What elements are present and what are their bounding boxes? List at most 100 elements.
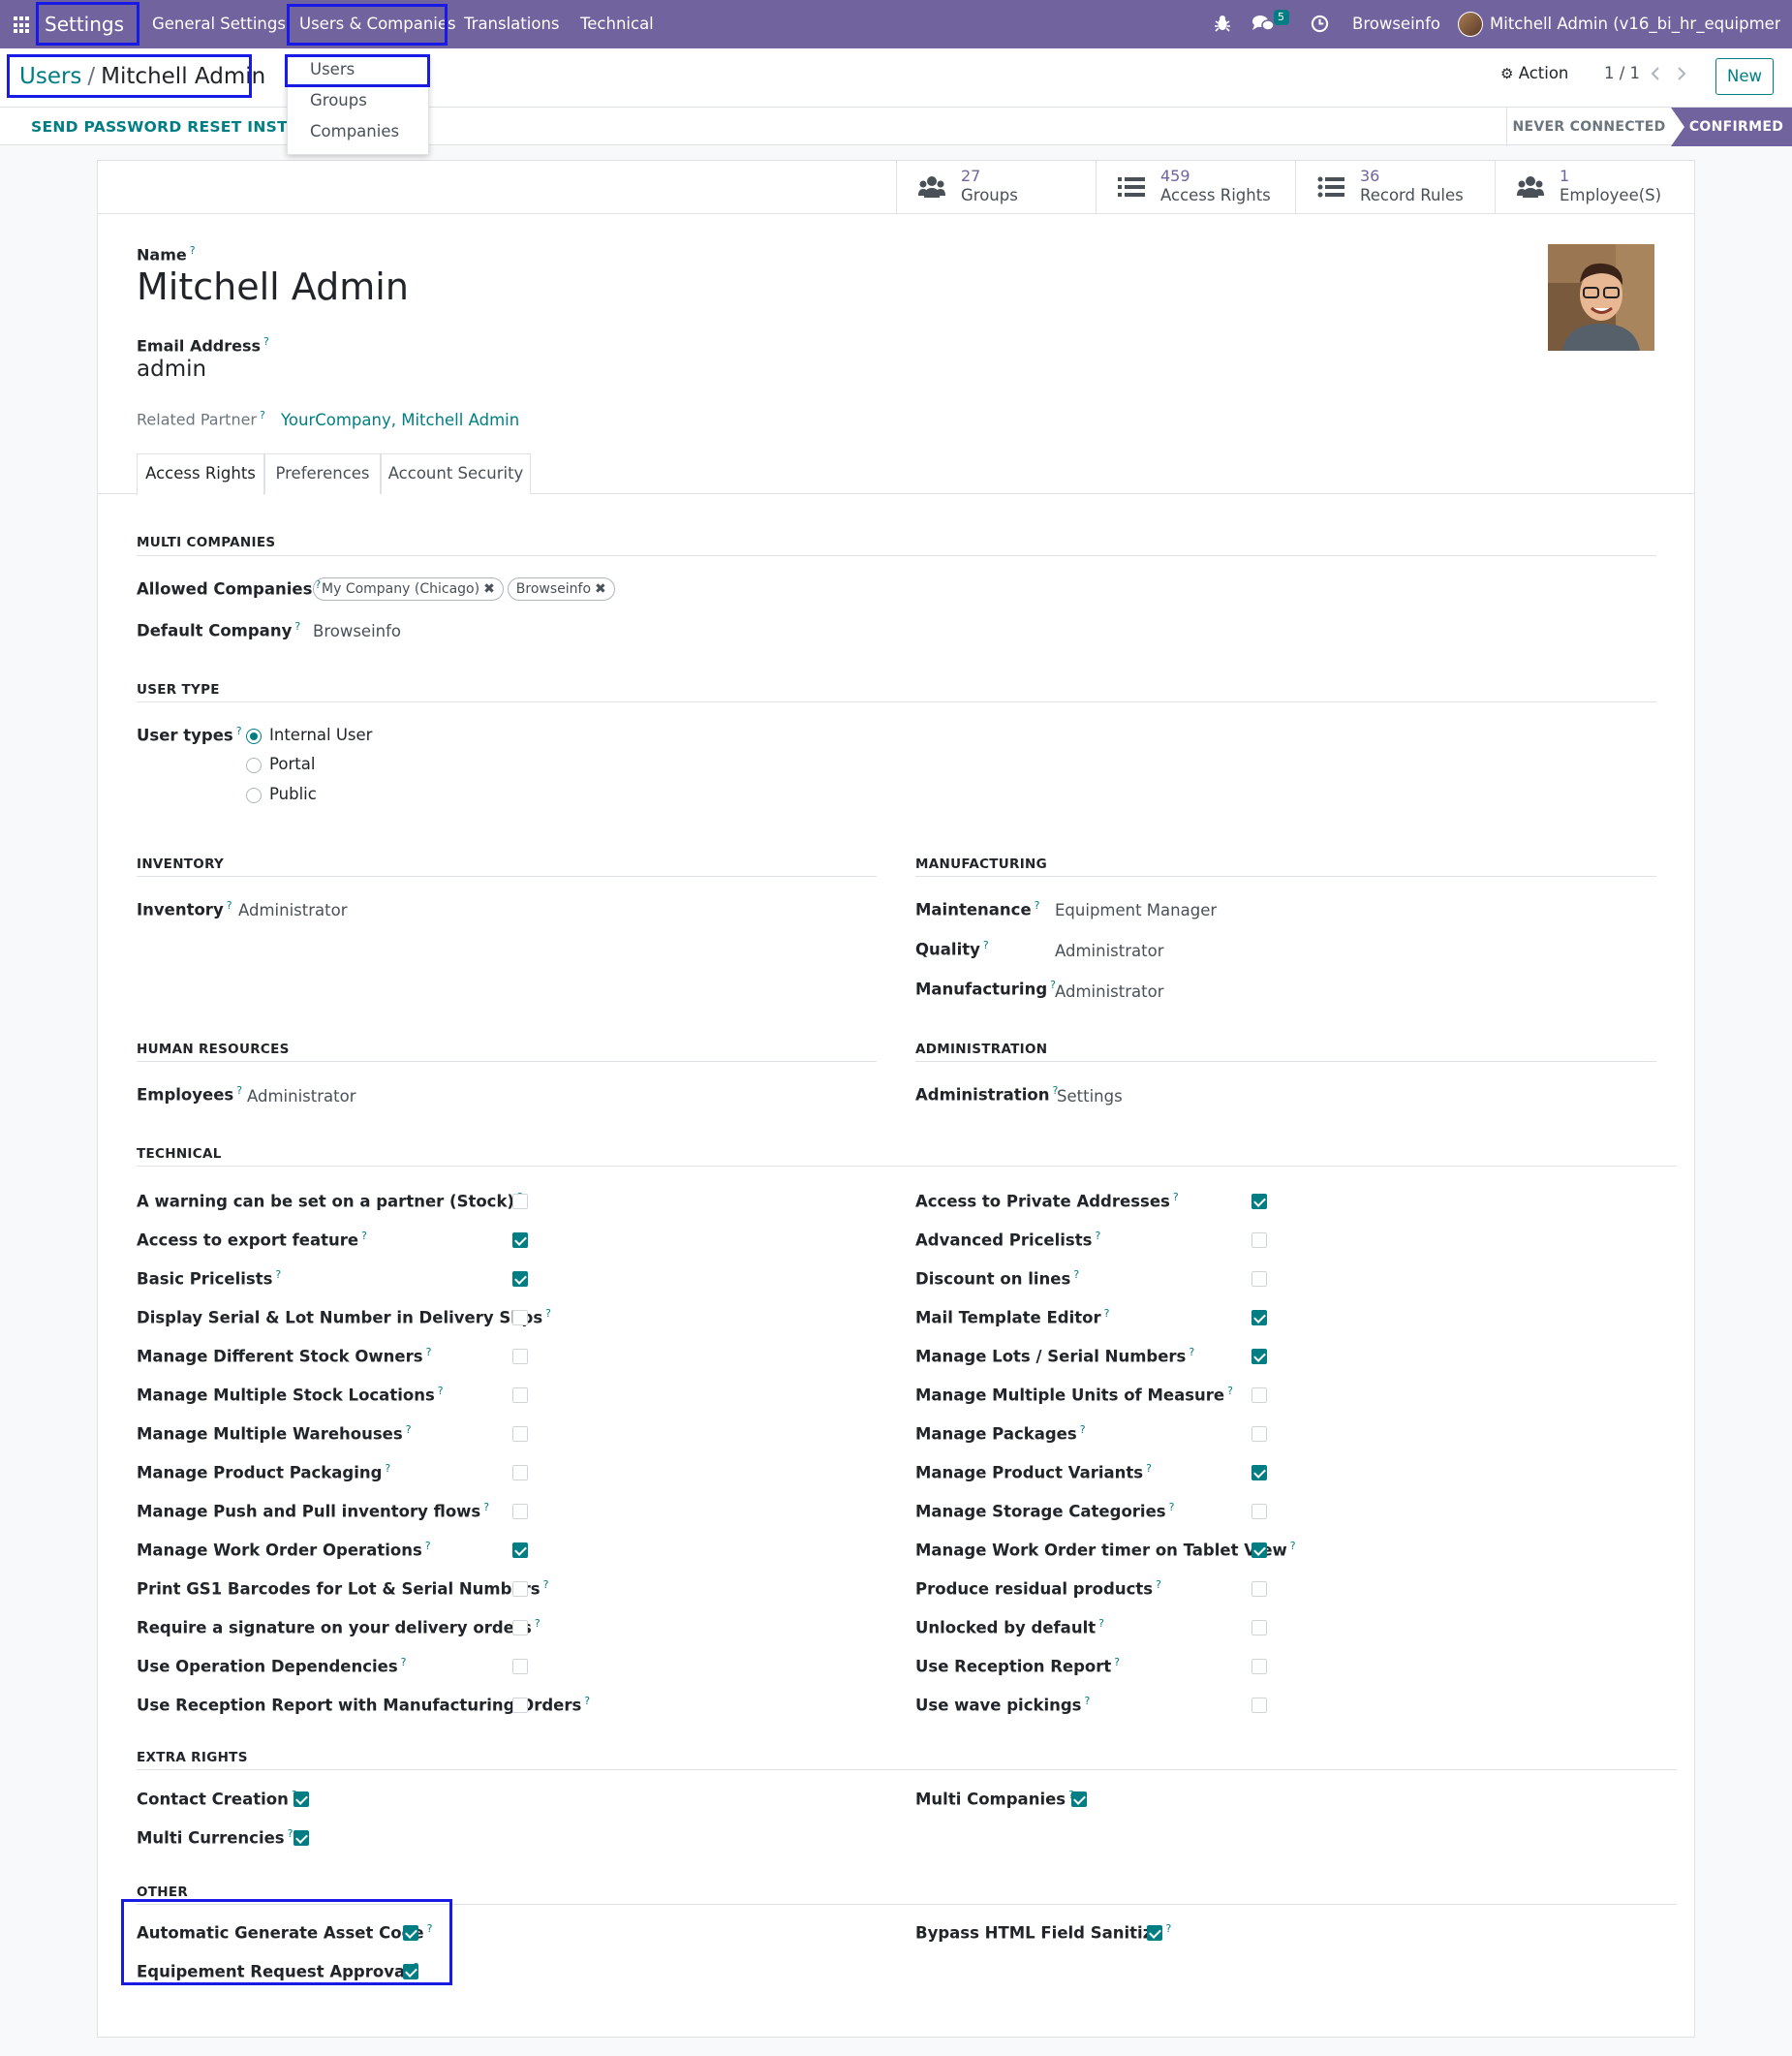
employees-smart-button[interactable]: 1 Employee(S) (1495, 161, 1694, 214)
technical-right-checkbox[interactable] (512, 1426, 528, 1442)
user-menu[interactable]: Mitchell Admin (v16_bi_hr_equipment... (1490, 0, 1780, 48)
radio-internal-user[interactable] (246, 729, 262, 744)
user-name-field[interactable]: Mitchell Admin (137, 265, 409, 308)
remove-tag-icon[interactable]: ✖ (595, 581, 606, 597)
email-field[interactable]: admin (137, 357, 206, 382)
contact-creation-checkbox[interactable] (294, 1791, 309, 1807)
help-tooltip-icon[interactable]: ? (1189, 1346, 1194, 1358)
help-tooltip-icon[interactable]: ? (483, 1501, 489, 1513)
dropdown-item-groups[interactable]: Groups (310, 91, 367, 109)
technical-right-checkbox[interactable] (1251, 1659, 1267, 1674)
apps-menu-icon[interactable] (14, 16, 31, 34)
help-tooltip-icon[interactable]: ? (275, 1268, 281, 1281)
technical-right-checkbox[interactable] (1251, 1349, 1267, 1364)
technical-right-checkbox[interactable] (512, 1659, 528, 1674)
manufacturing-field[interactable]: Administrator (1055, 982, 1163, 1001)
menu-general-settings[interactable]: General Settings (152, 0, 286, 48)
help-tooltip-icon[interactable]: ? (1114, 1656, 1120, 1668)
radio-portal[interactable] (246, 758, 262, 773)
breadcrumb-users-link[interactable]: Users (19, 64, 81, 89)
activity-clock-icon[interactable] (1311, 15, 1329, 33)
help-tooltip-icon[interactable]: ? (426, 1346, 432, 1358)
radio-label-public[interactable]: Public (269, 785, 317, 803)
company-tag[interactable]: My Company (Chicago) ✖ (313, 577, 504, 601)
help-tooltip-icon[interactable]: ? (1098, 1617, 1104, 1630)
groups-smart-button[interactable]: 27 Groups (896, 161, 1096, 214)
help-tooltip-icon[interactable]: ? (535, 1617, 541, 1630)
technical-right-checkbox[interactable] (1251, 1698, 1267, 1713)
technical-right-checkbox[interactable] (1251, 1504, 1267, 1519)
inventory-field[interactable]: Administrator (238, 901, 347, 919)
help-tooltip-icon[interactable]: ? (425, 1540, 431, 1552)
pager-value[interactable]: 1 / 1 (1604, 64, 1640, 82)
remove-tag-icon[interactable]: ✖ (483, 581, 495, 597)
quality-field[interactable]: Administrator (1055, 942, 1163, 960)
help-tooltip-icon[interactable]: ? (361, 1230, 367, 1242)
help-tooltip-icon[interactable]: ? (1080, 1423, 1086, 1436)
radio-label-portal[interactable]: Portal (269, 755, 315, 773)
user-avatar[interactable] (1458, 12, 1483, 37)
technical-right-checkbox[interactable] (512, 1349, 528, 1364)
technical-right-checkbox[interactable] (1251, 1387, 1267, 1403)
help-tooltip-icon[interactable]: ? (438, 1385, 444, 1397)
help-tooltip-icon[interactable]: ? (1227, 1385, 1233, 1397)
user-avatar-photo[interactable] (1548, 244, 1654, 351)
technical-right-checkbox[interactable] (512, 1581, 528, 1597)
technical-right-checkbox[interactable] (512, 1232, 528, 1248)
bypass-html-sanitize-checkbox[interactable] (1147, 1925, 1162, 1941)
help-tooltip-icon[interactable]: ? (1104, 1307, 1110, 1320)
radio-public[interactable] (246, 788, 262, 803)
employees-field[interactable]: Administrator (247, 1087, 355, 1106)
chevron-left-icon[interactable] (1651, 67, 1660, 80)
help-tooltip-icon[interactable]: ? (385, 1462, 390, 1475)
allowed-companies-tags[interactable]: My Company (Chicago) ✖ Browseinfo ✖ (313, 577, 619, 601)
equipment-approval-checkbox[interactable] (403, 1964, 418, 1979)
technical-right-checkbox[interactable] (512, 1620, 528, 1635)
action-menu[interactable]: ⚙ Action (1500, 64, 1568, 82)
maintenance-field[interactable]: Equipment Manager (1055, 901, 1217, 919)
help-tooltip-icon[interactable]: ? (406, 1423, 412, 1436)
menu-users-companies[interactable]: Users & Companies (299, 0, 456, 48)
technical-right-checkbox[interactable] (1251, 1581, 1267, 1597)
help-tooltip-icon[interactable]: ? (1095, 1230, 1100, 1242)
messages-icon[interactable] (1251, 14, 1275, 35)
related-partner-link[interactable]: YourCompany, Mitchell Admin (281, 411, 519, 429)
dropdown-item-users[interactable]: Users (310, 60, 355, 78)
help-tooltip-icon[interactable]: ? (1173, 1191, 1179, 1203)
help-tooltip-icon[interactable]: ? (545, 1307, 551, 1320)
multi-currencies-checkbox[interactable] (294, 1830, 309, 1846)
record-rules-smart-button[interactable]: 36 Record Rules (1295, 161, 1495, 214)
help-tooltip-icon[interactable]: ? (1146, 1462, 1152, 1475)
help-tooltip-icon[interactable]: ? (543, 1578, 549, 1591)
help-tooltip-icon[interactable]: ? (1073, 1268, 1079, 1281)
technical-right-checkbox[interactable] (512, 1698, 528, 1713)
chevron-right-icon[interactable] (1677, 67, 1686, 80)
technical-right-checkbox[interactable] (1251, 1426, 1267, 1442)
technical-right-checkbox[interactable] (512, 1504, 528, 1519)
technical-right-checkbox[interactable] (1251, 1310, 1267, 1325)
radio-label-internal-user[interactable]: Internal User (269, 726, 372, 744)
status-never-connected[interactable]: NEVER CONNECTED (1506, 108, 1671, 146)
technical-right-checkbox[interactable] (512, 1465, 528, 1480)
menu-technical[interactable]: Technical (580, 0, 654, 48)
tab-access-rights[interactable]: Access Rights (137, 453, 264, 495)
tab-account-security[interactable]: Account Security (381, 453, 531, 494)
administration-field[interactable]: Settings (1057, 1087, 1123, 1106)
technical-right-checkbox[interactable] (512, 1271, 528, 1287)
app-name[interactable]: Settings (45, 0, 124, 48)
dropdown-item-companies[interactable]: Companies (310, 122, 399, 140)
technical-right-checkbox[interactable] (1251, 1620, 1267, 1635)
help-tooltip-icon[interactable]: ? (1169, 1501, 1175, 1513)
status-confirmed[interactable]: CONFIRMED (1671, 108, 1792, 146)
new-button[interactable]: New (1715, 58, 1774, 95)
help-tooltip-icon[interactable]: ? (1290, 1540, 1296, 1552)
technical-right-checkbox[interactable] (1251, 1194, 1267, 1209)
auto-asset-code-checkbox[interactable] (403, 1925, 418, 1941)
tab-preferences[interactable]: Preferences (264, 453, 381, 494)
company-tag[interactable]: Browseinfo ✖ (507, 577, 615, 601)
multi-companies-checkbox[interactable] (1071, 1791, 1087, 1807)
debug-bug-icon[interactable] (1214, 15, 1231, 32)
technical-right-checkbox[interactable] (512, 1310, 528, 1325)
technical-right-checkbox[interactable] (1251, 1542, 1267, 1558)
help-tooltip-icon[interactable]: ? (1156, 1578, 1161, 1591)
